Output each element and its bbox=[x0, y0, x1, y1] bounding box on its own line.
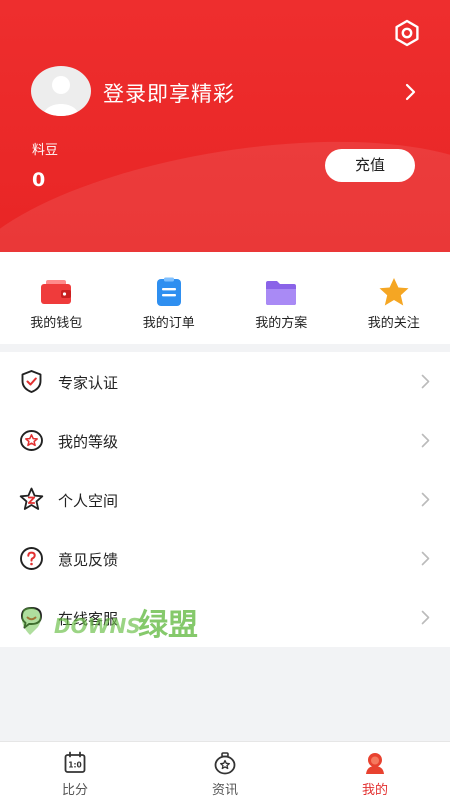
default-avatar-icon bbox=[43, 76, 79, 116]
profile-icon bbox=[366, 753, 384, 774]
recharge-button[interactable]: 充值 bbox=[325, 149, 415, 182]
order-icon bbox=[156, 277, 181, 306]
quick-item-label: 我的方案 bbox=[255, 316, 308, 331]
menu-item-customer-service[interactable]: 在线客服 bbox=[0, 588, 450, 647]
menu-item-expert-verification[interactable]: 专家认证 bbox=[0, 352, 450, 411]
settings-icon[interactable] bbox=[392, 18, 422, 48]
login-prompt[interactable]: 登录即享精彩 bbox=[103, 78, 235, 108]
quick-item-label: 我的订单 bbox=[142, 316, 195, 331]
quick-item-label: 我的钱包 bbox=[30, 316, 83, 331]
question-icon bbox=[20, 547, 43, 570]
tab-news[interactable]: 资讯 bbox=[150, 742, 300, 800]
beans-value: 0 bbox=[32, 169, 46, 191]
menu-item-personal-space[interactable]: 个人空间 bbox=[0, 470, 450, 529]
quick-item-plans[interactable]: 我的方案 bbox=[225, 252, 338, 344]
tab-mine[interactable]: 我的 bbox=[300, 742, 450, 800]
chevron-right-icon bbox=[421, 610, 430, 625]
menu-item-label: 个人空间 bbox=[58, 492, 119, 510]
menu-item-feedback[interactable]: 意见反馈 bbox=[0, 529, 450, 588]
wallet-icon bbox=[41, 280, 72, 304]
news-icon bbox=[214, 752, 236, 775]
quick-item-orders[interactable]: 我的订单 bbox=[113, 252, 226, 344]
chevron-right-icon bbox=[421, 433, 430, 448]
quick-actions: 我的钱包 我的订单 我的方案 我的关注 bbox=[0, 252, 450, 344]
folder-icon bbox=[266, 281, 297, 305]
star-z-icon bbox=[19, 487, 44, 510]
profile-header: 登录即享精彩 料豆 0 充值 bbox=[0, 0, 450, 252]
beans-label: 料豆 bbox=[32, 143, 59, 158]
svg-text:1:0: 1:0 bbox=[68, 761, 81, 770]
menu-item-label: 我的等级 bbox=[58, 433, 119, 451]
quick-item-follow[interactable]: 我的关注 bbox=[338, 252, 450, 344]
shield-check-icon bbox=[21, 370, 42, 393]
chat-icon bbox=[21, 607, 42, 629]
chevron-right-icon bbox=[421, 374, 430, 389]
quick-item-label: 我的关注 bbox=[367, 316, 420, 331]
menu-item-my-level[interactable]: 我的等级 bbox=[0, 411, 450, 470]
chevron-right-icon[interactable] bbox=[404, 82, 418, 102]
menu-item-label: 专家认证 bbox=[58, 374, 119, 392]
menu-item-label: 在线客服 bbox=[58, 610, 119, 628]
tab-label: 资讯 bbox=[211, 783, 238, 798]
quick-item-wallet[interactable]: 我的钱包 bbox=[0, 252, 113, 344]
chevron-right-icon bbox=[421, 551, 430, 566]
settings-menu: 专家认证 我的等级 个人空间 意见反馈 在线客服 bbox=[0, 352, 450, 647]
tab-scores[interactable]: 1:0 比分 bbox=[0, 742, 150, 800]
level-badge-icon bbox=[20, 430, 43, 451]
tab-label: 比分 bbox=[61, 783, 88, 798]
menu-item-label: 意见反馈 bbox=[58, 551, 119, 569]
scoreboard-icon: 1:0 bbox=[64, 751, 86, 773]
star-icon bbox=[379, 278, 409, 306]
profile-page: 登录即享精彩 料豆 0 充值 我的钱包 我的订单 我的方案 我的关注 专家认证 … bbox=[0, 0, 450, 800]
tab-label: 我的 bbox=[361, 783, 388, 798]
chevron-right-icon bbox=[421, 492, 430, 507]
avatar[interactable] bbox=[31, 66, 91, 116]
bottom-tab-bar: 1:0 比分 资讯 我的 bbox=[0, 741, 450, 800]
